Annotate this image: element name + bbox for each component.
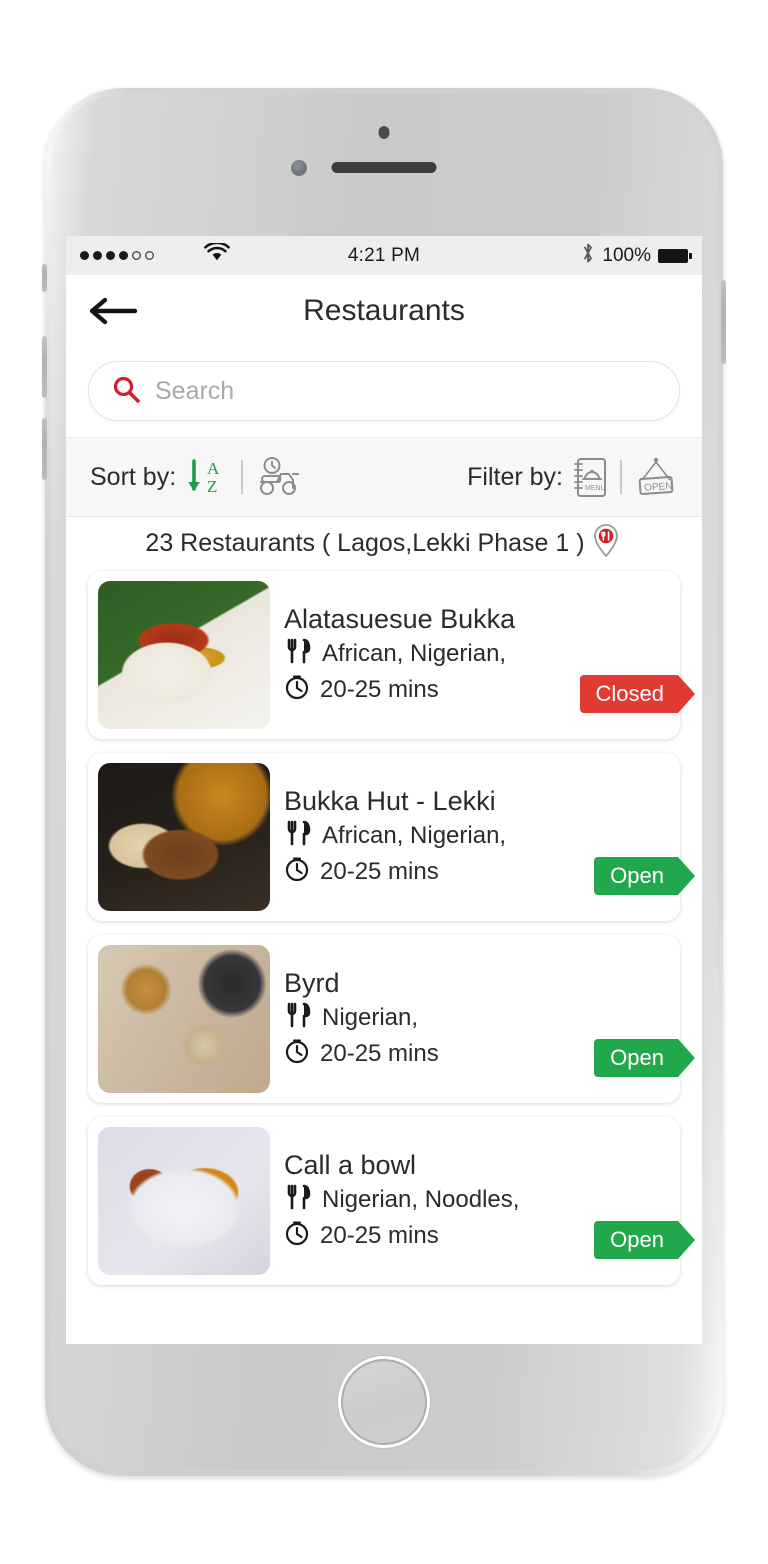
search-section: Search <box>66 347 702 437</box>
restaurant-cuisines: Nigerian, <box>322 1004 419 1031</box>
restaurant-delivery-time: 20-25 mins <box>320 676 439 703</box>
clock-icon <box>284 1220 310 1253</box>
restaurant-list: Alatasuesue Bukka African, Nigerian, 20-25… <box>66 569 702 1285</box>
restaurant-thumbnail <box>98 1127 270 1275</box>
status-badge[interactable]: Open <box>594 857 695 895</box>
restaurant-name: Bukka Hut - Lekki <box>284 785 496 816</box>
restaurant-cuisines-row: African, Nigerian, <box>284 637 670 672</box>
battery-percent: 100% <box>602 244 651 266</box>
phone-screen: 4:21 PM 100% Restaurants Search Sort by:… <box>66 236 702 1344</box>
bluetooth-icon <box>581 242 595 270</box>
clock-icon <box>284 674 310 707</box>
phone-device-frame: 4:21 PM 100% Restaurants Search Sort by:… <box>42 88 726 1476</box>
restaurant-delivery-time: 20-25 mins <box>320 1040 439 1067</box>
home-button[interactable] <box>338 1356 430 1448</box>
restaurant-cuisines: Nigerian, Noodles, <box>322 1186 520 1213</box>
svg-text:A: A <box>207 459 220 478</box>
battery-full-icon <box>658 248 692 263</box>
map-pin-restaurant-icon[interactable] <box>589 521 623 566</box>
status-bar: 4:21 PM 100% <box>66 236 702 275</box>
svg-text:MENU: MENU <box>585 485 606 492</box>
cutlery-icon <box>284 1001 312 1036</box>
open-sign-icon[interactable]: OPEN <box>634 455 678 499</box>
restaurant-delivery-time: 20-25 mins <box>320 1222 439 1249</box>
volume-down-button[interactable] <box>42 418 47 480</box>
clock-icon <box>284 1038 310 1071</box>
restaurant-thumbnail <box>98 581 270 729</box>
restaurant-cuisines-row: African, Nigerian, <box>284 819 670 854</box>
results-count-text: 23 Restaurants ( Lagos,Lekki Phase 1 ) <box>145 528 585 557</box>
restaurant-cuisines-row: Nigerian, Noodles, <box>284 1183 670 1218</box>
sort-filter-bar: Sort by: A Z Filter by: MENU OPEN <box>66 437 702 517</box>
search-icon <box>111 374 141 409</box>
navigation-bar: Restaurants <box>66 275 702 347</box>
back-arrow-icon[interactable] <box>88 295 138 327</box>
front-camera-icon <box>378 126 390 139</box>
sort-by-label: Sort by: <box>90 462 177 491</box>
restaurant-name: Call a bowl <box>284 1149 417 1180</box>
proximity-sensor-icon <box>291 160 307 176</box>
restaurant-delivery-time: 20-25 mins <box>320 858 439 885</box>
earpiece-speaker <box>331 162 437 173</box>
restaurant-thumbnail <box>98 945 270 1093</box>
svg-text:OPEN: OPEN <box>644 481 673 494</box>
results-header: 23 Restaurants ( Lagos,Lekki Phase 1 ) <box>66 517 702 569</box>
volume-up-button[interactable] <box>42 336 47 398</box>
restaurant-info: Call a bowl Nigerian, Noodles, 20-25 mins O… <box>270 1127 695 1275</box>
filter-by-label: Filter by: <box>467 462 563 491</box>
filter-divider <box>620 460 622 494</box>
svg-text:Z: Z <box>207 477 217 496</box>
cutlery-icon <box>284 637 312 672</box>
menu-book-icon[interactable]: MENU <box>572 455 608 499</box>
signal-strength-icon <box>80 251 154 260</box>
restaurant-info: Byrd Nigerian, 20-25 mins Open <box>270 945 695 1093</box>
filter-group: Filter by: MENU OPEN <box>467 455 678 499</box>
search-input[interactable]: Search <box>88 361 680 421</box>
restaurant-card[interactable]: Bukka Hut - Lekki African, Nigerian, 20-25… <box>88 753 695 921</box>
page-title: Restaurants <box>303 294 465 327</box>
cutlery-icon <box>284 1183 312 1218</box>
restaurant-cuisines: African, Nigerian, <box>322 640 507 667</box>
restaurant-card[interactable]: Alatasuesue Bukka African, Nigerian, 20-25… <box>88 571 696 739</box>
restaurant-name: Alatasuesue Bukka <box>284 603 516 634</box>
restaurant-card[interactable]: Call a bowl Nigerian, Noodles, 20-25 mins O… <box>88 1117 695 1285</box>
scooter-clock-icon[interactable] <box>255 456 303 498</box>
status-badge[interactable]: Open <box>594 1039 695 1077</box>
restaurant-thumbnail <box>98 763 270 911</box>
restaurant-cuisines-row: Nigerian, <box>284 1001 670 1036</box>
restaurant-info: Bukka Hut - Lekki African, Nigerian, 20-25… <box>270 763 695 911</box>
mute-switch-button[interactable] <box>42 264 47 292</box>
wifi-icon <box>204 241 230 268</box>
status-badge[interactable]: Closed <box>579 675 696 713</box>
status-badge[interactable]: Open <box>594 1221 695 1259</box>
power-button[interactable] <box>721 280 726 364</box>
search-placeholder: Search <box>155 376 235 405</box>
restaurant-info: Alatasuesue Bukka African, Nigerian, 20-25… <box>270 581 696 729</box>
restaurant-cuisines: African, Nigerian, <box>322 822 507 849</box>
clock-icon <box>284 856 310 889</box>
cutlery-icon <box>284 819 312 854</box>
restaurant-card[interactable]: Byrd Nigerian, 20-25 mins Open <box>88 935 695 1103</box>
sort-divider <box>241 460 244 494</box>
sort-group: Sort by: A Z <box>90 456 303 498</box>
sort-az-arrow-icon[interactable]: A Z <box>185 456 229 498</box>
restaurant-name: Byrd <box>284 967 340 998</box>
